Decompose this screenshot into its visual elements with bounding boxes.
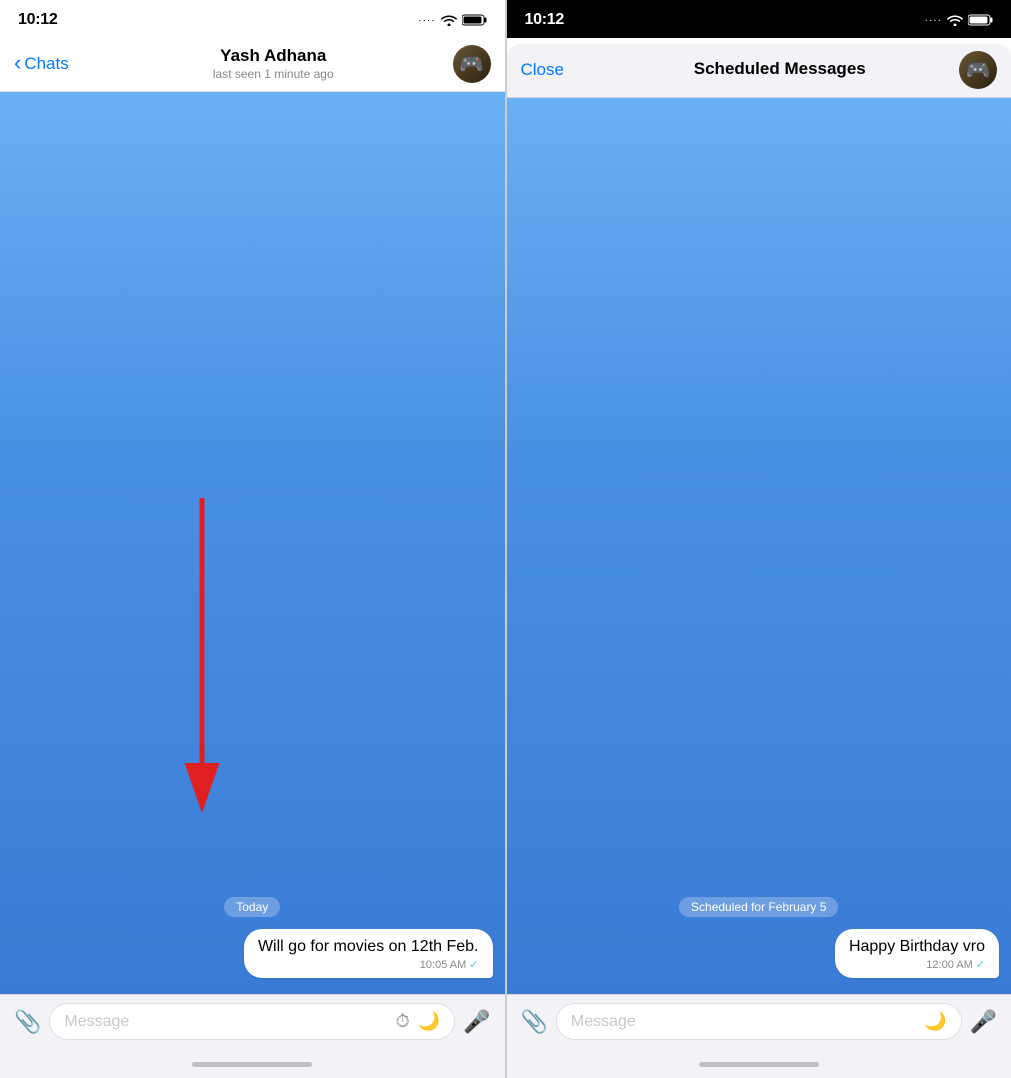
messages-container-left: Today Will go for movies on 12th Feb. 10… xyxy=(0,897,505,984)
input-placeholder-left: Message xyxy=(64,1013,129,1031)
schedule-clock-icon[interactable]: ⏱ xyxy=(396,1011,410,1032)
message-time-right: 12:00 AM xyxy=(926,959,972,971)
back-chevron-icon: ‹ xyxy=(14,52,21,74)
voice-button-left[interactable]: 🎤 xyxy=(463,1009,490,1035)
scheduled-messages-modal: Close Scheduled Messages Scheduled for F… xyxy=(507,44,1011,1078)
input-icons-right: 🌙 xyxy=(924,1011,946,1032)
message-text-left: Will go for movies on 12th Feb. xyxy=(258,938,479,955)
home-bar-left xyxy=(192,1062,312,1067)
modal-nav-bar: Close Scheduled Messages xyxy=(507,44,1011,98)
wifi-icon-right xyxy=(947,14,963,26)
attach-button-left[interactable]: 📎 xyxy=(14,1009,41,1035)
date-badge-left: Today xyxy=(224,897,280,917)
right-phone: 10:12 ···· Close Scheduled Messages xyxy=(506,0,1011,1078)
home-bar-right xyxy=(699,1062,819,1067)
message-meta-right: 12:00 AM ✓ xyxy=(849,958,985,971)
moon-icon-left[interactable]: 🌙 xyxy=(418,1011,440,1032)
status-time-right: 10:12 xyxy=(525,11,564,29)
message-text-right: Happy Birthday vro xyxy=(849,938,985,955)
contact-avatar-left[interactable] xyxy=(453,45,491,83)
nav-bar-left: ‹ Chats Yash Adhana last seen 1 minute a… xyxy=(0,38,505,92)
nav-center-left: Yash Adhana last seen 1 minute ago xyxy=(94,46,453,81)
attach-button-right[interactable]: 📎 xyxy=(521,1009,548,1035)
status-time-left: 10:12 xyxy=(18,11,57,29)
message-input-right[interactable]: Message 🌙 xyxy=(556,1003,962,1040)
home-indicator-left xyxy=(0,1050,505,1078)
chat-area-right: Scheduled for February 5 Happy Birthday … xyxy=(507,98,1011,994)
input-placeholder-right: Message xyxy=(571,1013,636,1031)
voice-button-right[interactable]: 🎤 xyxy=(970,1009,997,1035)
home-indicator-right xyxy=(507,1050,1011,1078)
left-phone: 10:12 ···· ‹ Chats Yash Adhana last seen… xyxy=(0,0,506,1078)
moon-icon-right[interactable]: 🌙 xyxy=(924,1011,946,1032)
annotation-arrow xyxy=(177,498,227,818)
input-icons-left: ⏱ 🌙 xyxy=(396,1011,440,1032)
modal-close-left[interactable]: Close xyxy=(521,60,601,80)
input-bar-right: 📎 Message 🌙 🎤 xyxy=(507,994,1011,1050)
chat-contact-name: Yash Adhana xyxy=(220,46,326,66)
nav-back-left[interactable]: ‹ Chats xyxy=(14,53,94,74)
message-bubble-right[interactable]: Happy Birthday vro 12:00 AM ✓ xyxy=(835,929,999,978)
modal-nav-center: Scheduled Messages xyxy=(601,59,960,79)
input-bar-left: 📎 Message ⏱ 🌙 🎤 xyxy=(0,994,505,1050)
message-input-left[interactable]: Message ⏱ 🌙 xyxy=(49,1003,455,1040)
chat-area-left: Today Will go for movies on 12th Feb. 10… xyxy=(0,92,505,994)
chats-back-label[interactable]: Chats xyxy=(24,54,68,74)
wifi-icon xyxy=(441,14,457,26)
chat-contact-status: last seen 1 minute ago xyxy=(213,67,334,81)
signal-dots-icon: ···· xyxy=(418,15,435,26)
message-bubble-left[interactable]: Will go for movies on 12th Feb. 10:05 AM… xyxy=(244,929,493,978)
signal-dots-icon-right: ···· xyxy=(925,15,942,26)
status-bar-left: 10:12 ···· xyxy=(0,0,505,38)
messages-container-right: Scheduled for February 5 Happy Birthday … xyxy=(507,897,1011,984)
modal-title: Scheduled Messages xyxy=(694,59,866,79)
close-label[interactable]: Close xyxy=(521,60,564,80)
message-check-left: ✓ xyxy=(469,958,478,971)
status-icons-right: ···· xyxy=(925,14,993,26)
status-bar-right: 10:12 ···· xyxy=(507,0,1011,38)
status-icons-left: ···· xyxy=(418,14,486,26)
message-meta-left: 10:05 AM ✓ xyxy=(258,958,479,971)
scheduled-badge: Scheduled for February 5 xyxy=(679,897,838,917)
message-check-right: ✓ xyxy=(976,958,985,971)
battery-icon-right xyxy=(968,14,993,26)
message-time-left: 10:05 AM xyxy=(420,959,466,971)
contact-avatar-right[interactable] xyxy=(959,51,997,89)
battery-icon xyxy=(462,14,487,26)
